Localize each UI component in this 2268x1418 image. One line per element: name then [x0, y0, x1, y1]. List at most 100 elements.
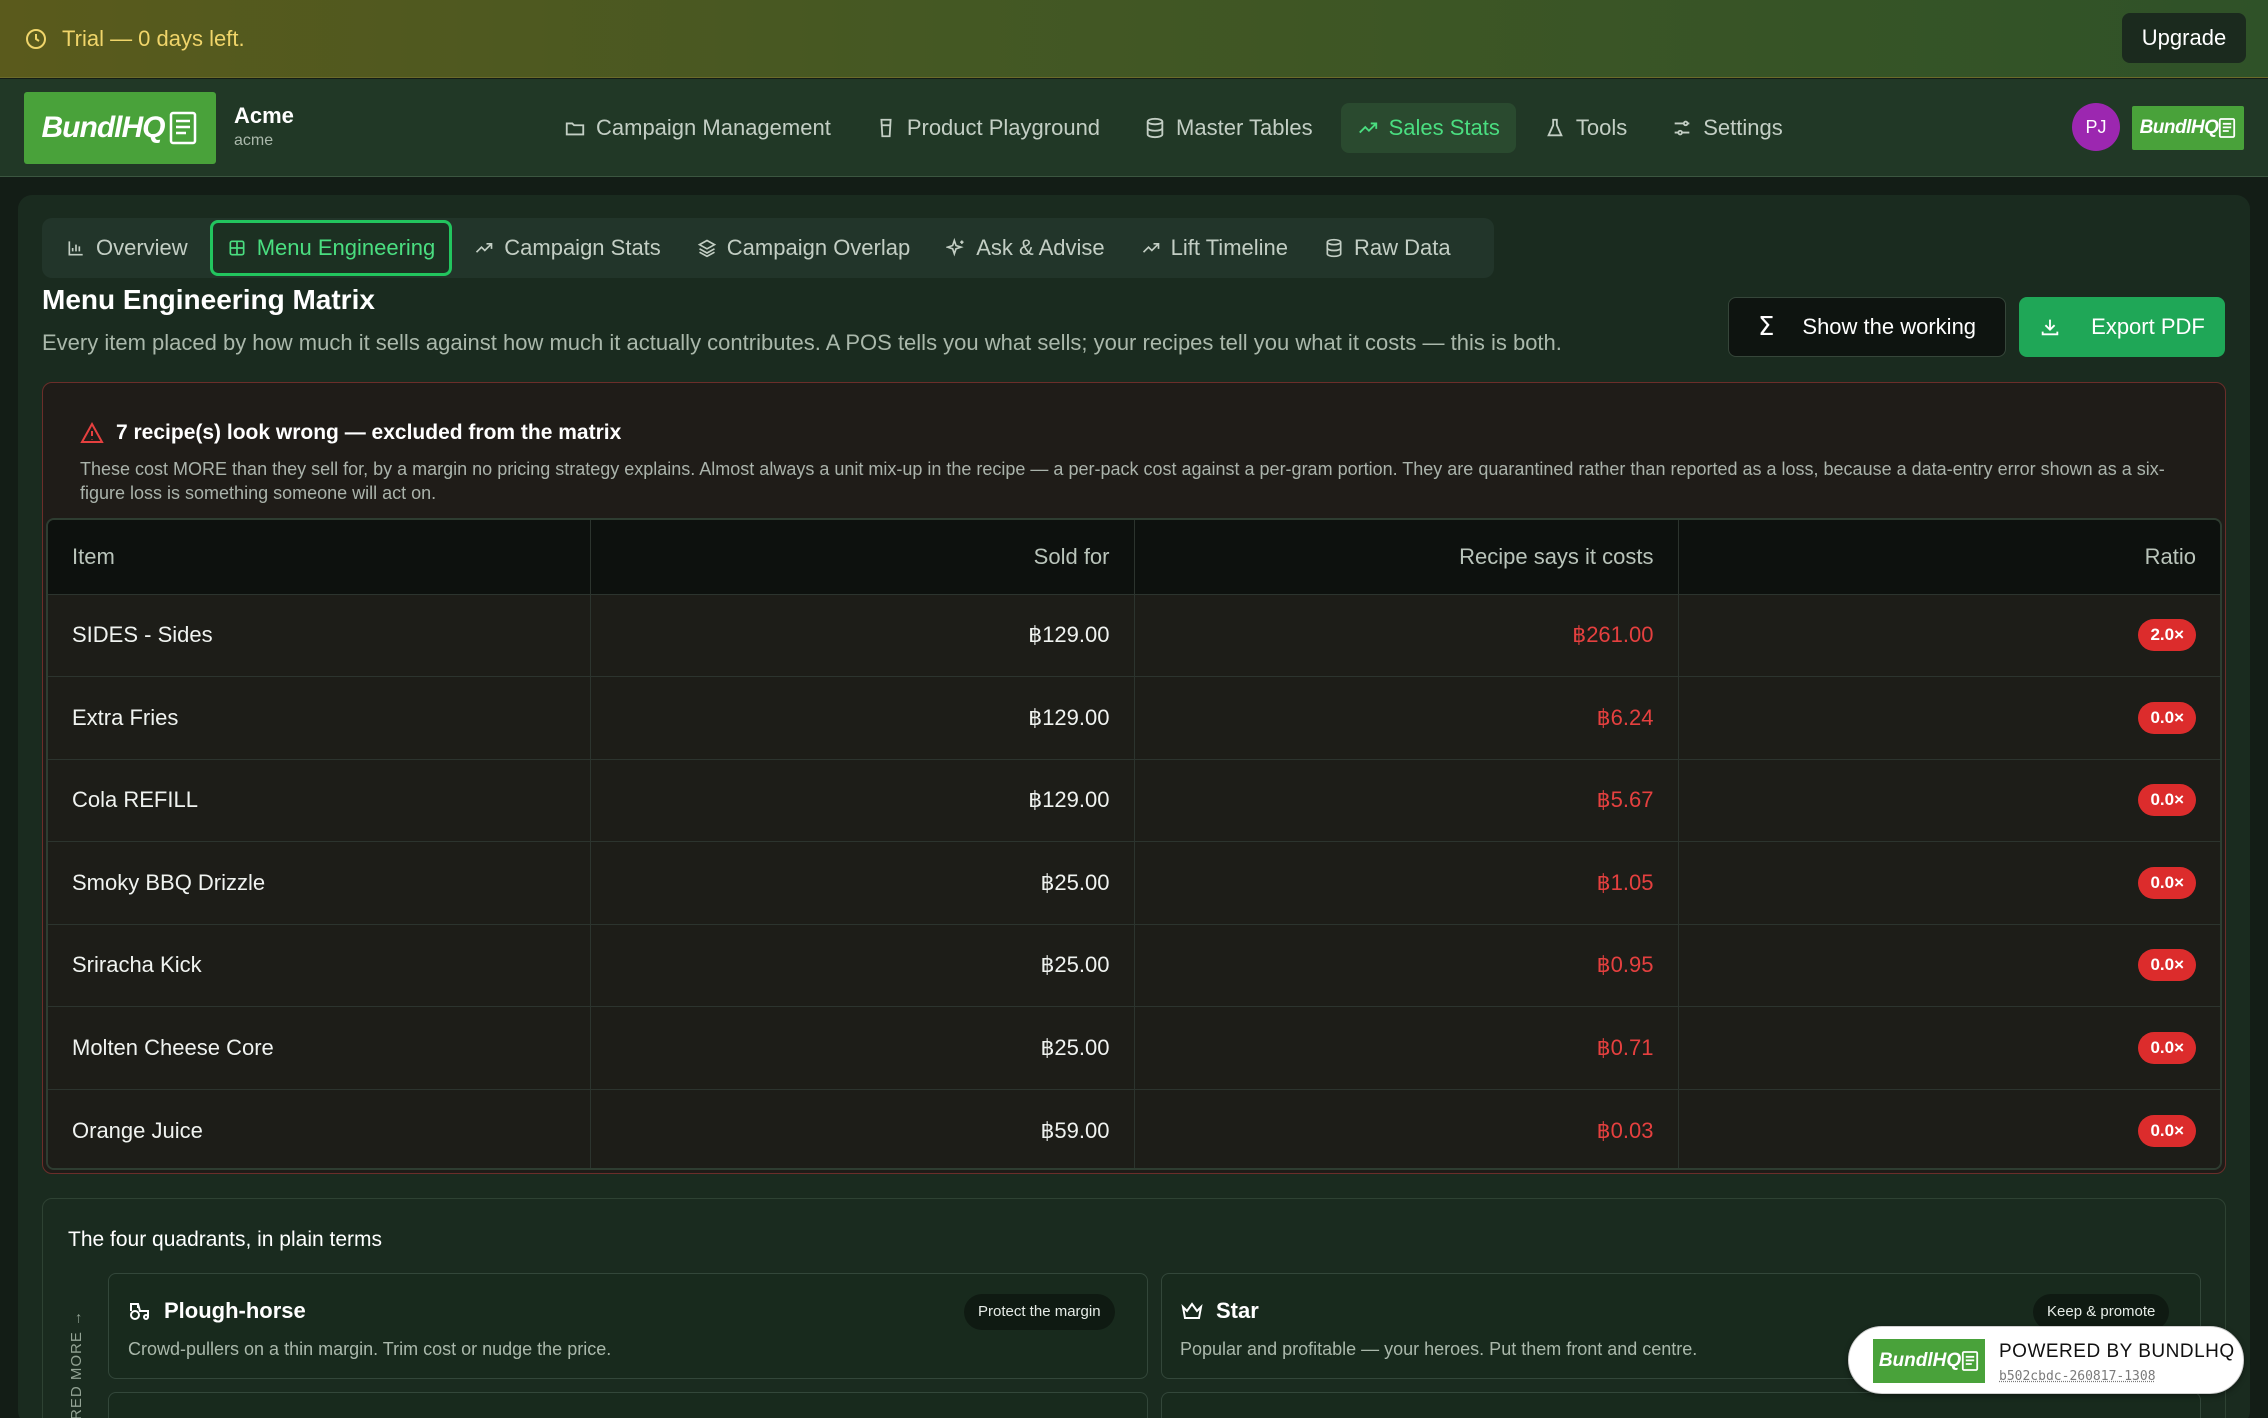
- ratio-cell: 0.0×: [1678, 759, 2220, 842]
- brand-logo[interactable]: BundlHQ: [24, 92, 216, 164]
- nav-item-campaign-management[interactable]: Campaign Management: [548, 103, 847, 153]
- quadrant-tag: Protect the margin: [964, 1294, 1115, 1330]
- tab-label: Campaign Stats: [504, 235, 661, 261]
- trial-text: Trial — 0 days left.: [62, 26, 245, 52]
- sub-tabs: Overview Menu Engineering Campaign Stats…: [42, 218, 1494, 278]
- item-name: Orange Juice: [48, 1089, 590, 1170]
- ratio-cell: 0.0×: [1678, 1007, 2220, 1090]
- document-icon: [2218, 117, 2236, 139]
- trending-up-icon: [474, 238, 494, 258]
- column-header-ratio[interactable]: Ratio: [1678, 520, 2220, 594]
- quadrant-heading: Star: [1180, 1298, 1259, 1324]
- sold-for-value: ฿129.00: [590, 759, 1134, 842]
- tab-lift-timeline[interactable]: Lift Timeline: [1127, 220, 1302, 276]
- quadrant-dog[interactable]: [1161, 1392, 2201, 1418]
- nav-item-label: Product Playground: [907, 115, 1100, 141]
- ratio-cell: 0.0×: [1678, 842, 2220, 925]
- table-row[interactable]: Orange Juice ฿59.00 ฿0.03 0.0×: [48, 1089, 2220, 1170]
- main-nav: Campaign Management Product Playground M…: [548, 103, 1811, 153]
- ratio-badge: 0.0×: [2138, 949, 2196, 981]
- quadrant-puzzle[interactable]: [108, 1392, 1148, 1418]
- quadrants-title: The four quadrants, in plain terms: [68, 1228, 382, 1252]
- table-row[interactable]: Cola REFILL ฿129.00 ฿5.67 0.0×: [48, 759, 2220, 842]
- ratio-badge: 0.0×: [2138, 1032, 2196, 1064]
- mini-logo-text: BundlHQ: [2140, 117, 2219, 139]
- crown-icon: [1180, 1299, 1204, 1323]
- quadrant-tag: Keep & promote: [2033, 1294, 2169, 1330]
- export-pdf-button[interactable]: Export PDF: [2019, 297, 2225, 357]
- tab-label: Lift Timeline: [1171, 235, 1288, 261]
- item-name: Extra Fries: [48, 677, 590, 760]
- tab-label: Campaign Overlap: [727, 235, 910, 261]
- user-avatar[interactable]: PJ: [2072, 103, 2120, 151]
- show-working-label: Show the working: [1802, 314, 1976, 340]
- org-name[interactable]: Acme: [234, 103, 294, 129]
- recipe-cost-value: ฿5.67: [1134, 759, 1678, 842]
- sparkles-icon: [946, 238, 966, 258]
- table-row[interactable]: Sriracha Kick ฿25.00 ฿0.95 0.0×: [48, 924, 2220, 1007]
- upgrade-button[interactable]: Upgrade: [2122, 13, 2246, 63]
- ratio-cell: 0.0×: [1678, 1089, 2220, 1170]
- tab-label: Menu Engineering: [257, 235, 436, 261]
- nav-item-label: Sales Stats: [1389, 115, 1500, 141]
- sold-for-value: ฿25.00: [590, 842, 1134, 925]
- tab-label: Raw Data: [1354, 235, 1451, 261]
- cup-icon: [875, 117, 897, 139]
- tab-overview[interactable]: Overview: [52, 220, 202, 276]
- top-navigation: BundlHQ Acme acme Campaign Management Pr…: [0, 79, 2268, 177]
- sold-for-value: ฿25.00: [590, 924, 1134, 1007]
- build-id[interactable]: b502cbdc-260817-1308: [1999, 1369, 2156, 1384]
- sold-for-value: ฿129.00: [590, 594, 1134, 677]
- layers-icon: [697, 238, 717, 258]
- clock-icon: [24, 27, 48, 51]
- item-name: Smoky BBQ Drizzle: [48, 842, 590, 925]
- ratio-cell: 0.0×: [1678, 677, 2220, 760]
- tractor-icon: [128, 1299, 152, 1323]
- page-subtitle: Every item placed by how much it sells a…: [42, 330, 1562, 356]
- tab-label: Overview: [96, 235, 188, 261]
- powered-logo: BundlHQ: [1873, 1339, 1985, 1383]
- quadrant-name: Star: [1216, 1298, 1259, 1324]
- trending-up-icon: [1357, 117, 1379, 139]
- ratio-badge: 0.0×: [2138, 867, 2196, 899]
- download-icon: [2039, 316, 2061, 338]
- table-header-row: Item Sold for Recipe says it costs Ratio: [48, 520, 2220, 594]
- tab-ask-advise[interactable]: Ask & Advise: [932, 220, 1118, 276]
- database-icon: [1324, 238, 1344, 258]
- warning-icon: [80, 421, 104, 445]
- logo-text: BundlHQ: [42, 111, 165, 145]
- tab-campaign-overlap[interactable]: Campaign Overlap: [683, 220, 924, 276]
- table-row[interactable]: Smoky BBQ Drizzle ฿25.00 ฿1.05 0.0×: [48, 842, 2220, 925]
- nav-item-sales-stats[interactable]: Sales Stats: [1341, 103, 1516, 153]
- recipe-cost-value: ฿0.71: [1134, 1007, 1678, 1090]
- nav-item-master-tables[interactable]: Master Tables: [1128, 103, 1329, 153]
- nav-item-product-playground[interactable]: Product Playground: [859, 103, 1116, 153]
- org-slug: acme: [234, 132, 273, 150]
- tab-menu-engineering[interactable]: Menu Engineering: [210, 220, 453, 276]
- warning-description: These cost MORE than they sell for, by a…: [80, 457, 2180, 505]
- folder-icon: [564, 117, 586, 139]
- nav-item-settings[interactable]: Settings: [1655, 103, 1799, 153]
- powered-by-badge[interactable]: BundlHQ POWERED BY BUNDLHQ b502cbdc-2608…: [1848, 1326, 2244, 1394]
- quadrant-description: Crowd-pullers on a thin margin. Trim cos…: [128, 1339, 611, 1360]
- table-row[interactable]: Molten Cheese Core ฿25.00 ฿0.71 0.0×: [48, 1007, 2220, 1090]
- column-header-recipe-cost[interactable]: Recipe says it costs: [1134, 520, 1678, 594]
- page-title: Menu Engineering Matrix: [42, 284, 375, 316]
- table-row[interactable]: Extra Fries ฿129.00 ฿6.24 0.0×: [48, 677, 2220, 760]
- sigma-icon: Σ: [1758, 312, 1774, 342]
- quadrant-description: Popular and profitable — your heroes. Pu…: [1180, 1339, 1697, 1360]
- tab-campaign-stats[interactable]: Campaign Stats: [460, 220, 675, 276]
- item-name: Sriracha Kick: [48, 924, 590, 1007]
- item-name: Molten Cheese Core: [48, 1007, 590, 1090]
- powered-logo-text: BundlHQ: [1879, 1350, 1961, 1372]
- show-working-button[interactable]: Σ Show the working: [1728, 297, 2006, 357]
- nav-item-tools[interactable]: Tools: [1528, 103, 1643, 153]
- axis-label: RED MORE →: [68, 1310, 92, 1418]
- column-header-sold-for[interactable]: Sold for: [590, 520, 1134, 594]
- table-row[interactable]: SIDES - Sides ฿129.00 ฿261.00 2.0×: [48, 594, 2220, 677]
- grid-icon: [227, 238, 247, 258]
- document-icon: [1961, 1350, 1979, 1372]
- column-header-item[interactable]: Item: [48, 520, 590, 594]
- tab-raw-data[interactable]: Raw Data: [1310, 220, 1465, 276]
- trial-banner: Trial — 0 days left. Upgrade: [0, 0, 2268, 78]
